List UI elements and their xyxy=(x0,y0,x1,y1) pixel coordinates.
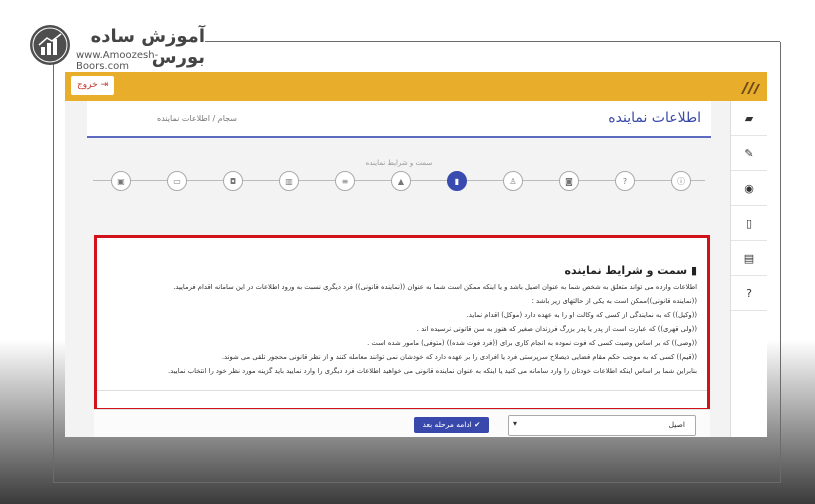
panel-divider xyxy=(97,390,707,391)
step-card-icon[interactable]: ▭ xyxy=(167,171,187,191)
top-bar: ⇥ خروج xyxy=(65,72,767,101)
section-title-text: سمت و شرایط نماینده xyxy=(564,264,688,277)
step-printer-icon[interactable]: ▣ xyxy=(111,171,131,191)
eye-icon[interactable]: ◉ xyxy=(731,171,767,206)
step-briefcase-icon[interactable]: ▥ xyxy=(279,171,299,191)
section-title: ▮ سمت و شرایط نماینده xyxy=(564,264,697,277)
bookmark-icon: ▮ xyxy=(690,264,697,277)
paragraph-line: ((قیم)) کسی که به موجب حکم مقام قضایی ذی… xyxy=(221,353,697,361)
page-header: اطلاعات نماینده سجام / اطلاعات نماینده xyxy=(87,101,711,138)
paragraph-line: بنابراین شما بر اساس اینکه اطلاعات خودتا… xyxy=(168,367,697,375)
continue-button[interactable]: ✔ ادامه مرحله بعد xyxy=(414,417,489,433)
main-content: اطلاعات نماینده سجام / اطلاعات نماینده س… xyxy=(87,101,711,437)
chart-logo-icon xyxy=(30,25,70,65)
brand-icon xyxy=(741,82,760,94)
frame-top-line xyxy=(205,41,780,42)
continue-label: ادامه مرحله بعد xyxy=(422,420,472,429)
logo-url: www.Amoozesh-Boors.com xyxy=(76,50,159,72)
edit-icon[interactable]: ✎ xyxy=(731,136,767,171)
step-list-icon[interactable]: ≡ xyxy=(335,171,355,191)
step-money-icon[interactable]: ◘ xyxy=(223,171,243,191)
representative-panel: ▮ سمت و شرایط نماینده اطلاعات وارده می ت… xyxy=(94,235,710,411)
book-icon[interactable]: ▰ xyxy=(731,101,767,136)
step-graduation-icon[interactable]: ▲ xyxy=(391,171,411,191)
current-step-label: سمت و شرایط نماینده xyxy=(365,159,433,167)
app-screenshot: ⇥ خروج ▰ ✎ ◉ ▯ ▤ ? اطلاعات نماینده سجام … xyxy=(65,72,767,437)
check-icon: ✔ xyxy=(474,420,481,429)
exit-button[interactable]: ⇥ خروج xyxy=(71,76,115,95)
representation-select[interactable]: اصیل ▾ xyxy=(508,415,696,436)
step-user-icon[interactable]: ♙ xyxy=(503,171,523,191)
exit-icon: ⇥ xyxy=(100,80,109,90)
paragraph-line: اطلاعات وارده می تواند متعلق به شخص شما … xyxy=(173,283,697,291)
step-info-icon[interactable]: ⓘ xyxy=(671,171,691,191)
page-title: اطلاعات نماینده xyxy=(608,110,701,126)
step-question-icon[interactable]: ? xyxy=(615,171,635,191)
action-bar: ✔ ادامه مرحله بعد اصیل ▾ xyxy=(94,409,710,437)
exit-label: خروج xyxy=(77,80,98,90)
paragraph-line: ((وکیل)) که به نمایندگی از کسی که وکالت … xyxy=(466,311,697,319)
select-value: اصیل xyxy=(668,420,685,429)
site-logo: آموزش ساده بورس www.Amoozesh-Boors.com xyxy=(30,23,205,72)
paragraph-line: ((وصی)) که بر اساس وصیت کسی که فوت نموده… xyxy=(367,339,697,347)
document-icon[interactable]: ▤ xyxy=(731,241,767,276)
paragraph-line: ((نماینده قانونی))ممکن است به یکی از حال… xyxy=(531,297,697,305)
step-cash-icon[interactable]: ◙ xyxy=(559,171,579,191)
sidebar: ▰ ✎ ◉ ▯ ▤ ? xyxy=(730,101,767,437)
help-icon[interactable]: ? xyxy=(731,276,767,311)
mobile-icon[interactable]: ▯ xyxy=(731,206,767,241)
chevron-down-icon: ▾ xyxy=(513,419,518,428)
paragraph-line: ((ولی قهری)) که عبارت است از پدر یا پدر … xyxy=(416,325,697,333)
breadcrumb[interactable]: سجام / اطلاعات نماینده xyxy=(157,114,237,123)
step-bookmark-icon[interactable]: ▮ xyxy=(447,171,467,191)
